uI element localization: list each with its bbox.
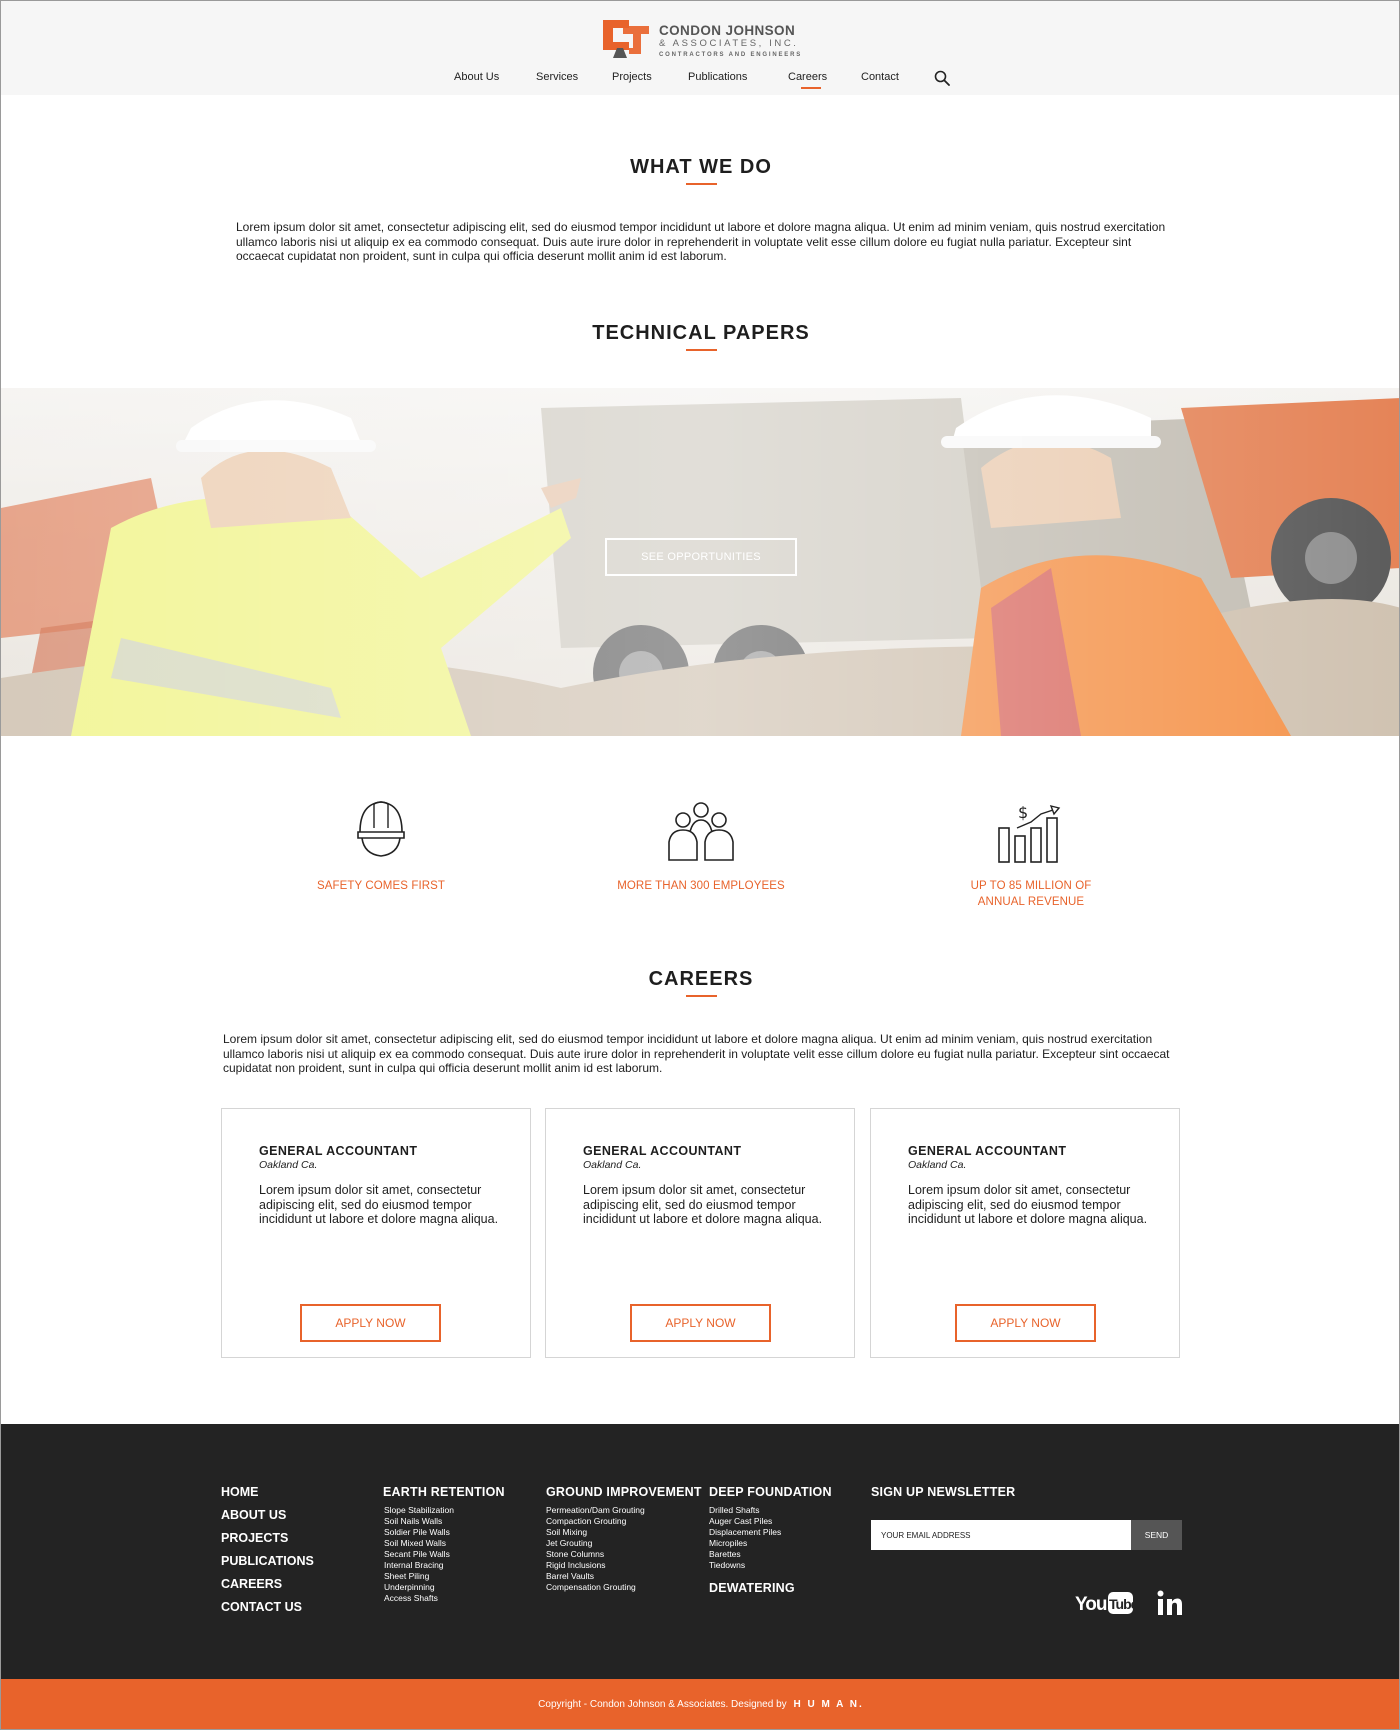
hard-hat-icon — [357, 801, 405, 857]
footer-ground-item[interactable]: Stone Columns — [546, 1549, 604, 1560]
footer-deep-foundation-title[interactable]: DEEP FOUNDATION — [709, 1485, 832, 1499]
designer-brand-link[interactable]: H U M A N. — [793, 1699, 863, 1710]
search-icon[interactable] — [934, 70, 950, 86]
footer-ground-item[interactable]: Permeation/Dam Grouting — [546, 1505, 645, 1516]
nav-services[interactable]: Services — [536, 71, 578, 83]
footer-earth-retention-title[interactable]: EARTH RETENTION — [383, 1485, 505, 1499]
employees-icon — [668, 802, 734, 861]
svg-text:$: $ — [1018, 803, 1028, 822]
footer-dewatering-title[interactable]: DEWATERING — [709, 1581, 795, 1595]
footer-deep-item[interactable]: Tiedowns — [709, 1560, 745, 1571]
youtube-icon[interactable]: You Tube — [1075, 1589, 1133, 1617]
footer-deep-item[interactable]: Barettes — [709, 1549, 741, 1560]
job-title: GENERAL ACCOUNTANT — [259, 1144, 418, 1158]
job-location: Oakland Ca. — [259, 1159, 318, 1171]
job-card: GENERAL ACCOUNTANT Oakland Ca. Lorem ips… — [870, 1108, 1180, 1358]
linkedin-icon[interactable] — [1156, 1589, 1184, 1617]
svg-text:You: You — [1075, 1594, 1107, 1615]
main-nav: About Us Services Projects Publications … — [1, 71, 1399, 89]
footer-link-projects[interactable]: PROJECTS — [221, 1531, 288, 1545]
what-we-do-underline — [686, 183, 717, 185]
footer-earth-item[interactable]: Sheet Piling — [384, 1571, 429, 1582]
footer-ground-item[interactable]: Rigid Inclusions — [546, 1560, 606, 1571]
feature-employees-label: MORE THAN 300 EMPLOYEES — [617, 880, 785, 892]
job-description: Lorem ipsum dolor sit amet, consectetur … — [908, 1183, 1148, 1226]
apply-now-button[interactable]: APPLY NOW — [300, 1304, 441, 1342]
job-title: GENERAL ACCOUNTANT — [908, 1144, 1067, 1158]
footer-earth-item[interactable]: Soil Nails Walls — [384, 1516, 442, 1527]
nav-about-us[interactable]: About Us — [454, 71, 499, 83]
site-header: CONDON JOHNSON & ASSOCIATES, INC. CONTRA… — [1, 1, 1399, 95]
newsletter-email-input[interactable] — [871, 1520, 1131, 1550]
footer-earth-item[interactable]: Secant Pile Walls — [384, 1549, 450, 1560]
technical-papers-underline — [686, 349, 717, 351]
page-frame: CONDON JOHNSON & ASSOCIATES, INC. CONTRA… — [0, 0, 1400, 1730]
footer-earth-item[interactable]: Soldier Pile Walls — [384, 1527, 450, 1538]
job-description: Lorem ipsum dolor sit amet, consectetur … — [259, 1183, 499, 1226]
footer-ground-item[interactable]: Compensation Grouting — [546, 1582, 636, 1593]
apply-now-button[interactable]: APPLY NOW — [630, 1304, 771, 1342]
feature-revenue-label-line1: UP TO 85 MILLION OF — [970, 880, 1092, 892]
copyright-text: Copyright - Condon Johnson & Associates.… — [1, 1699, 1399, 1710]
careers-title: CAREERS — [648, 968, 754, 990]
job-card: GENERAL ACCOUNTANT Oakland Ca. Lorem ips… — [545, 1108, 855, 1358]
careers-underline — [686, 995, 717, 997]
feature-safety-label: SAFETY COMES FIRST — [316, 880, 446, 892]
feature-revenue-label: UP TO 85 MILLION OF ANNUAL REVENUE — [931, 878, 1131, 910]
footer-deep-item[interactable]: Drilled Shafts — [709, 1505, 760, 1516]
svg-text:Tube: Tube — [1109, 1596, 1133, 1612]
copyright-label: Copyright - Condon Johnson & Associates.… — [538, 1699, 787, 1710]
company-logo[interactable]: CONDON JOHNSON & ASSOCIATES, INC. CONTRA… — [599, 18, 809, 62]
logo-tagline: CONTRACTORS AND ENGINEERS — [659, 52, 803, 58]
footer-ground-item[interactable]: Compaction Grouting — [546, 1516, 626, 1527]
footer-earth-item[interactable]: Underpinning — [384, 1582, 435, 1593]
feature-revenue-label-line2: ANNUAL REVENUE — [977, 896, 1085, 908]
footer-earth-item[interactable]: Slope Stabilization — [384, 1505, 454, 1516]
site-footer — [1, 1424, 1399, 1679]
careers-text: Lorem ipsum dolor sit amet, consectetur … — [223, 1032, 1170, 1075]
footer-ground-item[interactable]: Soil Mixing — [546, 1527, 587, 1538]
footer-earth-item[interactable]: Soil Mixed Walls — [384, 1538, 446, 1549]
footer-link-careers[interactable]: CAREERS — [221, 1577, 282, 1591]
logo-mark-icon — [603, 20, 649, 58]
copyright-bar: Copyright - Condon Johnson & Associates.… — [1, 1679, 1399, 1729]
what-we-do-text: Lorem ipsum dolor sit amet, consectetur … — [236, 220, 1166, 263]
logo-name: CONDON JOHNSON — [659, 23, 796, 38]
nav-publications[interactable]: Publications — [688, 71, 747, 83]
job-title: GENERAL ACCOUNTANT — [583, 1144, 742, 1158]
newsletter-title: SIGN UP NEWSLETTER — [871, 1485, 1016, 1499]
footer-link-publications[interactable]: PUBLICATIONS — [221, 1554, 314, 1568]
newsletter-send-button[interactable]: SEND — [1131, 1520, 1182, 1550]
footer-link-about-us[interactable]: ABOUT US — [221, 1508, 286, 1522]
footer-deep-item[interactable]: Displacement Piles — [709, 1527, 781, 1538]
footer-deep-item[interactable]: Auger Cast Piles — [709, 1516, 772, 1527]
technical-papers-title: TECHNICAL PAPERS — [592, 322, 810, 344]
nav-careers[interactable]: Careers — [788, 71, 827, 89]
job-card: GENERAL ACCOUNTANT Oakland Ca. Lorem ips… — [221, 1108, 531, 1358]
job-location: Oakland Ca. — [908, 1159, 967, 1171]
footer-ground-item[interactable]: Jet Grouting — [546, 1538, 592, 1549]
logo-associates: & ASSOCIATES, INC. — [659, 38, 799, 49]
apply-now-button[interactable]: APPLY NOW — [955, 1304, 1096, 1342]
footer-earth-item[interactable]: Access Shafts — [384, 1593, 438, 1604]
footer-link-home[interactable]: HOME — [221, 1485, 259, 1499]
revenue-chart-icon: $ — [998, 803, 1061, 863]
job-location: Oakland Ca. — [583, 1159, 642, 1171]
footer-deep-item[interactable]: Micropiles — [709, 1538, 747, 1549]
footer-link-contact-us[interactable]: CONTACT US — [221, 1600, 302, 1614]
nav-projects[interactable]: Projects — [612, 71, 652, 83]
see-opportunities-button[interactable]: SEE OPPORTUNITIES — [605, 538, 797, 576]
footer-earth-item[interactable]: Internal Bracing — [384, 1560, 444, 1571]
footer-ground-item[interactable]: Barrel Vaults — [546, 1571, 594, 1582]
footer-ground-improvement-title[interactable]: GROUND IMPROVEMENT — [546, 1485, 702, 1499]
what-we-do-title: WHAT WE DO — [630, 156, 772, 178]
job-description: Lorem ipsum dolor sit amet, consectetur … — [583, 1183, 823, 1226]
nav-contact[interactable]: Contact — [861, 71, 899, 83]
